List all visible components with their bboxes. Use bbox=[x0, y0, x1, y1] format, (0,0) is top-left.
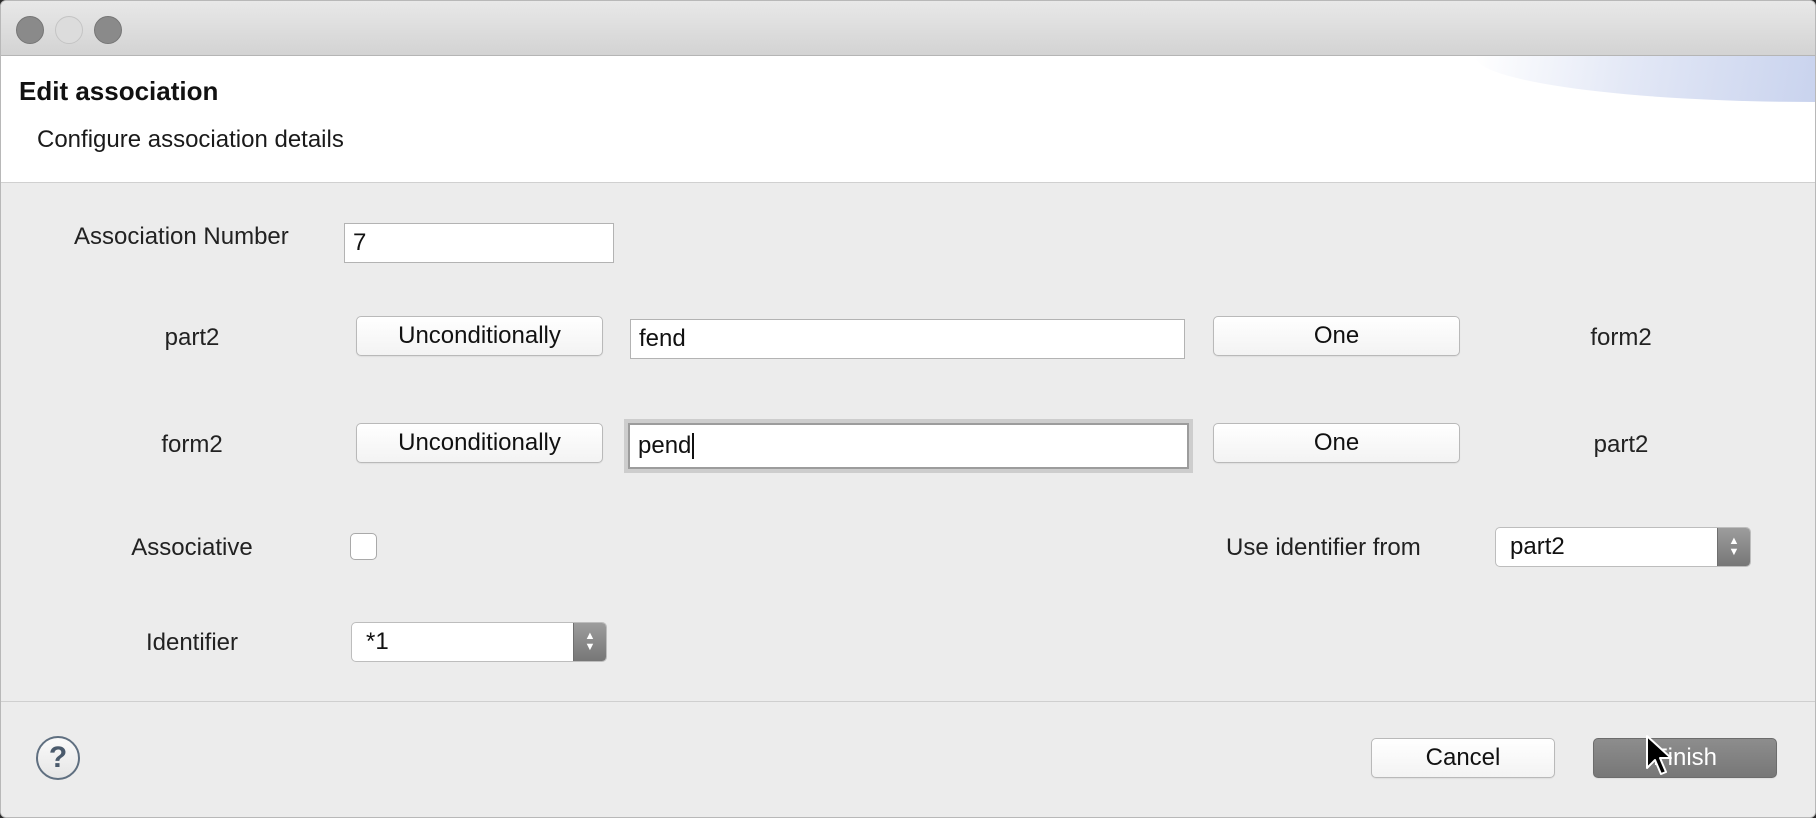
dialog-subtitle: Configure association details bbox=[37, 126, 344, 153]
row1-condition-button[interactable]: Unconditionally bbox=[356, 316, 603, 356]
edit-association-dialog: Edit association Configure association d… bbox=[0, 0, 1816, 818]
mouse-pointer-icon bbox=[1646, 735, 1672, 775]
row2-left-label: form2 bbox=[161, 431, 223, 458]
text-caret bbox=[692, 433, 695, 459]
row2-multiplicity-button[interactable]: One bbox=[1213, 423, 1460, 463]
association-number-label: Association Number bbox=[74, 223, 289, 250]
row1-phrase-field[interactable]: fend bbox=[630, 319, 1185, 359]
dialog-title: Edit association bbox=[19, 76, 219, 106]
row2-phrase-value: pend bbox=[638, 432, 692, 459]
associative-checkbox[interactable] bbox=[350, 533, 377, 560]
row1-left-label: part2 bbox=[164, 324, 220, 351]
header-decoration bbox=[1475, 56, 1815, 102]
row2-phrase-field[interactable]: pend bbox=[628, 423, 1189, 469]
association-number-field[interactable]: 7 bbox=[344, 223, 614, 263]
identifier-label: Identifier bbox=[145, 629, 239, 656]
row2-condition-button[interactable]: Unconditionally bbox=[356, 423, 603, 463]
identifier-select[interactable]: *1 ▲ ▼ bbox=[351, 622, 607, 662]
row2-right-label: part2 bbox=[1593, 431, 1649, 458]
identifier-value: *1 bbox=[366, 628, 389, 655]
select-arrows-icon: ▲ ▼ bbox=[573, 623, 606, 661]
minimize-window-button[interactable] bbox=[55, 16, 83, 44]
use-identifier-label: Use identifier from bbox=[1226, 534, 1421, 561]
dialog-header: Edit association Configure association d… bbox=[1, 56, 1815, 183]
association-number-value: 7 bbox=[353, 229, 367, 256]
select-arrows-icon: ▲ ▼ bbox=[1717, 528, 1750, 566]
cancel-button[interactable]: Cancel bbox=[1371, 738, 1555, 778]
zoom-window-button[interactable] bbox=[94, 16, 122, 44]
row1-multiplicity-button[interactable]: One bbox=[1213, 316, 1460, 356]
close-window-button[interactable] bbox=[16, 16, 44, 44]
help-icon[interactable]: ? bbox=[36, 736, 80, 780]
finish-button[interactable]: Finish bbox=[1593, 738, 1777, 778]
associative-label: Associative bbox=[131, 534, 253, 561]
row1-right-label: form2 bbox=[1590, 324, 1652, 351]
form-area: Association Number 7 part2 Unconditional… bbox=[1, 183, 1815, 702]
title-bar bbox=[1, 1, 1815, 56]
row1-phrase-value: fend bbox=[639, 325, 686, 352]
use-identifier-value: part2 bbox=[1510, 533, 1565, 560]
dialog-footer: ? Cancel Finish bbox=[1, 702, 1815, 817]
use-identifier-select[interactable]: part2 ▲ ▼ bbox=[1495, 527, 1751, 567]
